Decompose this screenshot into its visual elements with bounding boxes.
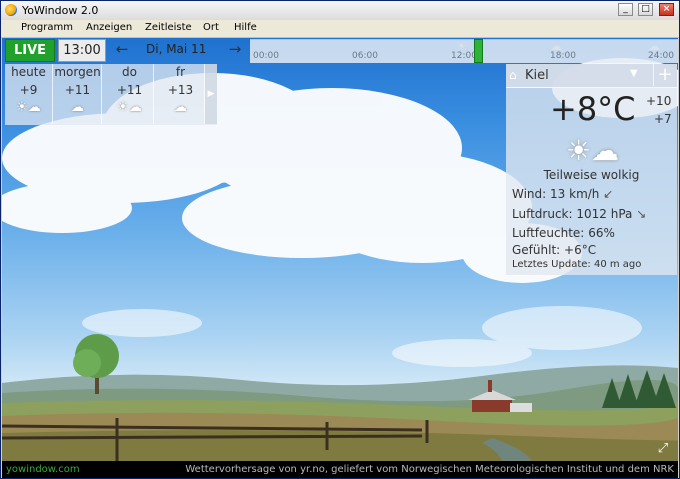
feels-like-label: Gefühlt: bbox=[512, 243, 561, 257]
next-day-arrow-icon[interactable]: → bbox=[223, 40, 247, 58]
pressure-trend-icon: ↘ bbox=[636, 207, 647, 221]
forecast-day-name: fr bbox=[175, 65, 186, 79]
wind-direction-icon: ↙ bbox=[603, 187, 614, 201]
forecast-next-arrow-icon[interactable]: ▶ bbox=[205, 64, 217, 124]
prev-day-arrow-icon[interactable]: ← bbox=[110, 40, 134, 58]
time-bar: LIVE 13:00 ← Di, Mai 11 → 00:00 06:00 12… bbox=[2, 38, 678, 64]
forecast-day[interactable]: fr +13 ☁ bbox=[157, 64, 205, 124]
forecast-day-temp: +9 bbox=[19, 83, 38, 97]
menu-ort[interactable]: Ort bbox=[203, 22, 219, 33]
forecast-day[interactable]: morgen +11 ☁ bbox=[54, 64, 102, 124]
current-weather-panel: ⌂ Kiel ▼ + +8°C +10 +7 ☀☁ Teilweise wolk… bbox=[506, 64, 677, 275]
forecast-credit[interactable]: Wettervorhersage von yr.no, geliefert vo… bbox=[185, 464, 674, 475]
humidity-value: 66% bbox=[588, 226, 615, 240]
footer-bar: yowindow.com Wettervorhersage von yr.no,… bbox=[2, 461, 678, 478]
partly-cloudy-icon: ☀☁ bbox=[117, 100, 142, 115]
last-update-label: Letztes Update: bbox=[512, 259, 591, 270]
menu-hilfe[interactable]: Hilfe bbox=[234, 22, 257, 33]
forecast-day-name: morgen bbox=[54, 65, 101, 79]
cloud-icon: ☁ bbox=[71, 100, 84, 115]
add-city-button[interactable]: + bbox=[653, 64, 676, 86]
current-time[interactable]: 13:00 bbox=[58, 39, 106, 62]
pressure-label: Luftdruck: bbox=[512, 207, 573, 221]
partly-cloudy-icon: ☀☁ bbox=[566, 134, 620, 167]
timeline-handle[interactable] bbox=[474, 39, 483, 63]
forecast-day[interactable]: do +11 ☀☁ bbox=[106, 64, 154, 124]
menu-anzeigen[interactable]: Anzeigen bbox=[86, 22, 132, 33]
humidity-label: Luftfeuchte: bbox=[512, 226, 585, 240]
low-temperature: +7 bbox=[654, 112, 672, 126]
rain-cloud-icon: ☁ bbox=[648, 39, 660, 53]
fullscreen-icon[interactable]: ⤢ bbox=[654, 441, 672, 457]
humidity-row: Luftfeuchte: 66% bbox=[512, 226, 615, 240]
pressure-row: Luftdruck: 1012 hPa ↘ bbox=[512, 207, 646, 221]
home-icon: ⌂ bbox=[509, 68, 517, 82]
high-temperature: +10 bbox=[646, 94, 672, 108]
minimize-button[interactable]: _ bbox=[618, 3, 633, 16]
current-temperature: +8°C bbox=[550, 90, 636, 128]
tick-label: 06:00 bbox=[352, 51, 378, 61]
menu-zeitleiste[interactable]: Zeitleiste bbox=[145, 22, 192, 33]
partly-cloudy-icon: ☀☁ bbox=[16, 100, 41, 115]
feels-like-row: Gefühlt: +6°C bbox=[512, 243, 596, 257]
tick-label: 00:00 bbox=[253, 51, 279, 61]
feels-like-value: +6°C bbox=[564, 243, 597, 257]
menu-bar: Programm Anzeigen Zeitleiste Ort Hilfe bbox=[1, 20, 679, 38]
cloud-icon: ☁ bbox=[174, 100, 187, 115]
window-title: YoWindow 2.0 bbox=[22, 4, 99, 17]
app-window: YoWindow 2.0 _ □ × Programm Anzeigen Zei… bbox=[0, 0, 680, 479]
title-bar[interactable]: YoWindow 2.0 _ □ × bbox=[1, 1, 679, 21]
city-name[interactable]: Kiel bbox=[525, 68, 549, 83]
pressure-value: 1012 hPa bbox=[576, 207, 633, 221]
forecast-day-temp: +11 bbox=[116, 83, 143, 97]
menu-programm[interactable]: Programm bbox=[21, 22, 73, 33]
yowindow-link[interactable]: yowindow.com bbox=[6, 464, 80, 475]
forecast-day-name: heute bbox=[11, 65, 46, 79]
forecast-day-temp: +13 bbox=[167, 83, 194, 97]
live-button[interactable]: LIVE bbox=[5, 39, 55, 62]
forecast-day-temp: +11 bbox=[64, 83, 91, 97]
wind-label: Wind: bbox=[512, 187, 547, 201]
last-update-value: 40 m ago bbox=[593, 259, 642, 270]
wind-row: Wind: 13 km/h ↙ bbox=[512, 187, 613, 201]
weather-scene: LIVE 13:00 ← Di, Mai 11 → 00:00 06:00 12… bbox=[2, 38, 678, 461]
timeline-slider[interactable]: 00:00 06:00 12:00 18:00 24:00 ☀ ☁ ☁ bbox=[250, 39, 678, 63]
date-label: Di, Mai 11 bbox=[146, 42, 207, 56]
wind-value: 13 km/h bbox=[550, 187, 600, 201]
app-icon bbox=[5, 4, 17, 16]
forecast-panel: heute +9 ☀☁ morgen +11 ☁ do +11 ☀☁ fr +1… bbox=[5, 64, 217, 125]
chevron-down-icon[interactable]: ▼ bbox=[630, 68, 638, 79]
maximize-button[interactable]: □ bbox=[638, 3, 653, 16]
sun-cloud-icon: ☀ bbox=[456, 39, 467, 53]
forecast-day-name: do bbox=[122, 65, 137, 79]
city-selector[interactable]: ⌂ Kiel ▼ + bbox=[506, 64, 677, 88]
close-button[interactable]: × bbox=[659, 3, 674, 16]
forecast-day[interactable]: heute +9 ☀☁ bbox=[5, 64, 53, 124]
condition-text: Teilweise wolkig bbox=[543, 168, 640, 182]
last-update: Letztes Update: 40 m ago bbox=[512, 259, 641, 270]
cloud-icon: ☁ bbox=[550, 39, 562, 53]
